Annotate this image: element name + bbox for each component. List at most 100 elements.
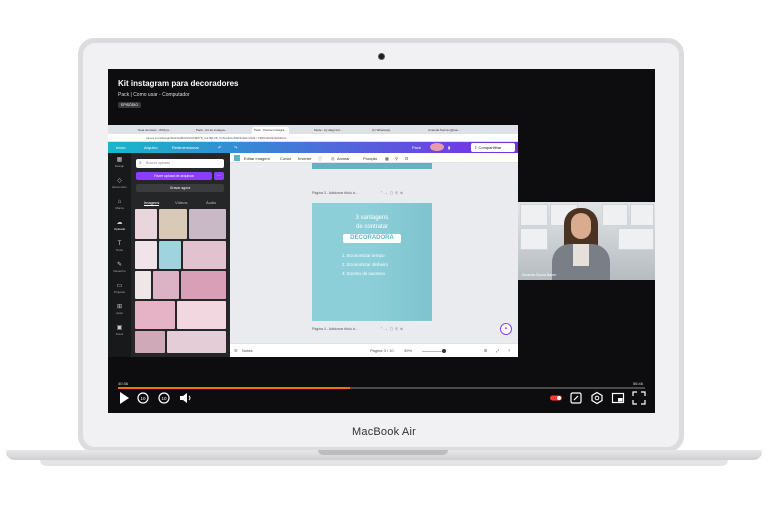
upload-files-button[interactable]: Fazer upload de arquivos bbox=[136, 172, 212, 180]
lock-icon[interactable]: ⊡ bbox=[405, 156, 408, 161]
search-input[interactable]: ⌕ Buscar uploads bbox=[136, 159, 224, 168]
tab-videos[interactable]: Vídeos bbox=[175, 200, 187, 205]
canva-sidebar: ▦ Design ◇ Elementos ⌂ Marca ☁ Uploads T Text… bbox=[108, 153, 131, 357]
upload-thumbnail[interactable] bbox=[159, 241, 181, 269]
browser-tab[interactable]: Mode - by diagr bol... bbox=[312, 127, 344, 134]
sidebar-item-draw[interactable]: ✎ Desenho bbox=[108, 262, 131, 273]
page-indicator[interactable]: Página 3 / 10 bbox=[370, 348, 394, 353]
assistant-icon[interactable]: ✦ bbox=[500, 323, 512, 335]
notes-icon[interactable]: ☰ bbox=[234, 348, 238, 353]
browser-tab[interactable]: (1) WhatsApp bbox=[370, 127, 392, 134]
sidebar-item-text[interactable]: T Texto bbox=[108, 241, 131, 252]
browser-tab[interactable]: Amanda Souza (@sou... bbox=[426, 127, 463, 134]
fullscreen-icon[interactable] bbox=[632, 391, 646, 405]
rewind-10-icon[interactable]: 10 bbox=[136, 391, 150, 405]
sidebar-item-projects[interactable]: ▭ Projetos bbox=[108, 283, 131, 294]
grid-view-icon[interactable]: ⊞ bbox=[484, 348, 487, 353]
upload-thumbnail[interactable] bbox=[177, 301, 226, 329]
notes-icon[interactable] bbox=[569, 391, 583, 405]
svg-text:10: 10 bbox=[140, 396, 146, 401]
flip-button[interactable]: Inverter bbox=[298, 156, 312, 161]
background-wall-tile bbox=[618, 228, 654, 250]
picture-in-picture-icon[interactable] bbox=[611, 391, 625, 405]
svg-text:10: 10 bbox=[161, 396, 167, 401]
slide-list-item[interactable]: 2. Economizar dinheiro bbox=[342, 262, 388, 267]
tab-audio[interactable]: Áudio bbox=[206, 200, 216, 205]
crop-button[interactable]: Cortar bbox=[280, 156, 291, 161]
presenter-name: Amanda Souza Bauer bbox=[522, 273, 557, 277]
zoom-slider[interactable] bbox=[422, 351, 444, 352]
slide-highlight[interactable]: DECORADORA bbox=[343, 234, 401, 243]
slide-heading-line1[interactable]: 3 vantagens bbox=[312, 215, 432, 221]
presenter-webcam: Amanda Souza Bauer bbox=[518, 202, 655, 280]
upload-thumbnail[interactable] bbox=[189, 209, 226, 239]
sidebar-item-uploads[interactable]: ☁ Uploads bbox=[108, 220, 131, 231]
record-now-button[interactable]: Gravar agora bbox=[136, 184, 224, 192]
upload-thumbnail[interactable] bbox=[135, 331, 165, 353]
page-actions-icons[interactable]: ⌃⌄▢⎘⊕ bbox=[380, 191, 405, 195]
sidebar-item-elements[interactable]: ◇ Elementos bbox=[108, 178, 131, 189]
redo-icon[interactable]: ↷ bbox=[234, 145, 237, 150]
page-4-label[interactable]: Página 4 - Adicionar título à... bbox=[312, 327, 358, 331]
zoom-slider-handle[interactable] bbox=[442, 349, 446, 353]
design-name[interactable]: Pack bbox=[412, 145, 421, 150]
page-2-preview[interactable] bbox=[312, 163, 432, 169]
laptop-brand-label: MacBook Air bbox=[352, 426, 416, 438]
volume-icon[interactable] bbox=[178, 391, 192, 405]
upload-thumbnail[interactable] bbox=[135, 241, 157, 269]
sidebar-item-apps[interactable]: ⊞ Apps bbox=[108, 304, 131, 315]
forward-10-icon[interactable]: 10 bbox=[157, 391, 171, 405]
upload-thumbnail[interactable] bbox=[153, 271, 179, 299]
image-preview-icon[interactable] bbox=[234, 155, 240, 161]
animate-button[interactable]: Animar bbox=[337, 156, 350, 161]
position-button[interactable]: Posição bbox=[363, 156, 377, 161]
browser-tab[interactable]: Guia de faces - WhS pt... bbox=[136, 127, 174, 134]
analytics-icon[interactable]: ▮ bbox=[448, 145, 450, 150]
upload-thumbnail[interactable] bbox=[135, 271, 151, 299]
background-wall-tile bbox=[520, 204, 548, 226]
info-icon[interactable]: ⓘ bbox=[318, 156, 322, 162]
zoom-level[interactable]: 39% bbox=[404, 348, 412, 353]
toggle-icon[interactable] bbox=[549, 391, 563, 405]
undo-icon[interactable]: ↶ bbox=[218, 145, 221, 150]
edit-image-button[interactable]: Editar imagem bbox=[244, 156, 270, 161]
transparency-icon[interactable]: ▦ bbox=[385, 156, 389, 161]
paint-format-icon[interactable]: ⚲ bbox=[395, 156, 398, 161]
upload-thumbnail[interactable] bbox=[159, 209, 187, 239]
upload-thumbnail[interactable] bbox=[135, 301, 175, 329]
fullscreen-icon[interactable]: ⤢ bbox=[496, 348, 499, 353]
sidebar-item-brand[interactable]: ⌂ Marca bbox=[108, 199, 131, 210]
upload-thumbnail[interactable] bbox=[181, 271, 226, 299]
text-icon: T bbox=[117, 241, 122, 247]
browser-tab[interactable]: Pack - Kit de Instagra... bbox=[194, 127, 229, 134]
tab-images[interactable]: Imagens bbox=[144, 200, 160, 206]
page-actions-icons[interactable]: ⌃⌄▢⎘⊕ bbox=[380, 327, 405, 331]
page-3-label[interactable]: Página 3 - Adicionar título à... bbox=[312, 191, 358, 195]
progress-bar[interactable] bbox=[118, 387, 645, 389]
avatar[interactable] bbox=[430, 143, 444, 151]
notes-button[interactable]: Notas bbox=[242, 348, 252, 353]
sidebar-item-photos[interactable]: ▣ Fotos bbox=[108, 325, 131, 336]
upload-thumbnail[interactable] bbox=[183, 241, 226, 269]
video-player[interactable]: Kit instagram para decoradores Pack | Co… bbox=[108, 69, 655, 413]
settings-icon[interactable] bbox=[590, 391, 604, 405]
help-icon[interactable]: ? bbox=[508, 348, 510, 353]
resize-button[interactable]: Redimensionar bbox=[172, 145, 199, 150]
share-button[interactable]: ⇪ Compartilhar bbox=[471, 143, 515, 152]
slide-list-item[interactable]: 3. Evento de sucesso bbox=[342, 271, 385, 276]
play-icon[interactable] bbox=[117, 391, 131, 405]
design-page[interactable]: 3 vantagens de contratar DECORADORA 1. E… bbox=[312, 203, 432, 321]
background-wall-tile bbox=[630, 204, 654, 226]
upload-thumbnail[interactable] bbox=[135, 209, 157, 239]
elements-icon: ◇ bbox=[117, 178, 122, 184]
more-options-icon[interactable]: ⋯ bbox=[214, 172, 224, 180]
file-menu[interactable]: Arquivo bbox=[144, 145, 158, 150]
address-bar[interactable]: canva.com/design/DAFSuBc9Jr9/LRM8Y6_G1J6… bbox=[108, 134, 518, 142]
home-button[interactable]: Início bbox=[116, 145, 126, 150]
upload-thumbnail[interactable] bbox=[167, 331, 226, 353]
slide-list-item[interactable]: 1. Economizar tempo bbox=[342, 253, 385, 258]
browser-tab-active[interactable]: Pack - Pacote Instagra... bbox=[252, 127, 289, 134]
sidebar-item-design[interactable]: ▦ Design bbox=[108, 157, 131, 168]
slide-heading-line2[interactable]: de contratar bbox=[312, 224, 432, 230]
progress-played bbox=[118, 387, 350, 389]
